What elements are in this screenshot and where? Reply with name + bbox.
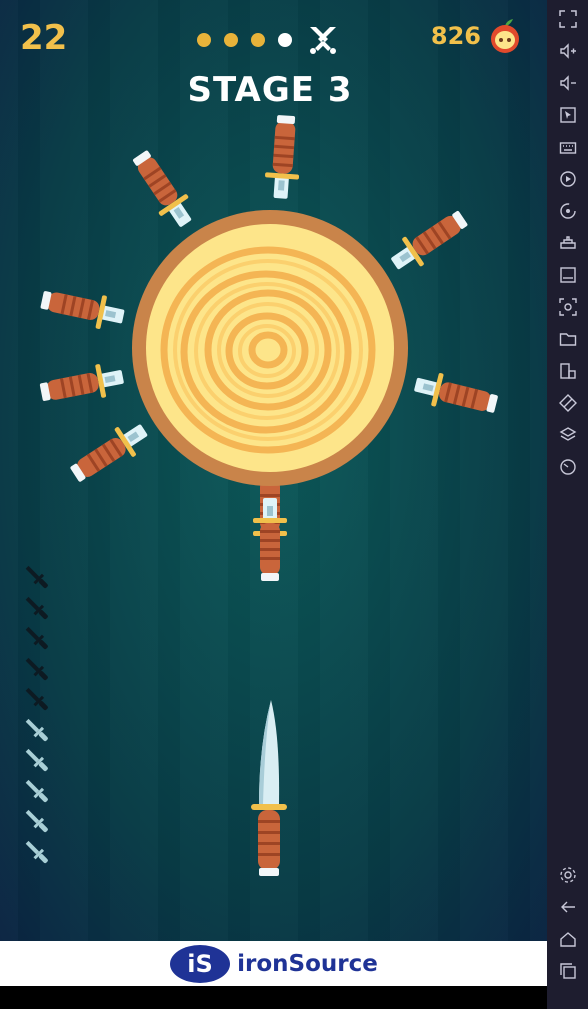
home-icon (560, 932, 576, 947)
rotate-icon (560, 203, 576, 219)
keyboard-icon (559, 142, 577, 154)
speed-button[interactable] (554, 453, 582, 481)
knife-used-icon (25, 657, 48, 680)
knife-used-icon (25, 626, 48, 650)
settings-button[interactable] (554, 861, 582, 889)
knife-used-icon (25, 565, 48, 589)
speed-icon (560, 459, 576, 475)
settings-icon (560, 867, 576, 883)
layers-icon (559, 427, 577, 441)
record-icon (560, 171, 576, 187)
emulator-sidebar (547, 0, 588, 1009)
volume-up-icon (560, 43, 576, 59)
volume-down-icon (560, 75, 576, 91)
resize-button[interactable] (554, 357, 582, 385)
screenshot-icon (559, 298, 577, 316)
recents-button[interactable] (554, 957, 582, 985)
erase-icon (559, 394, 577, 412)
folder-button[interactable] (554, 325, 582, 353)
game-screen[interactable]: 22 826 STAGE 3 (0, 0, 547, 941)
throwing-knife[interactable] (241, 696, 297, 881)
svg-text:iS: iS (187, 950, 213, 978)
home-button[interactable] (554, 925, 582, 953)
knives-remaining-indicator (22, 562, 54, 867)
gamepad-icon (560, 236, 576, 249)
volume-up-button[interactable] (554, 37, 582, 65)
gamepad-button[interactable] (554, 229, 582, 257)
recents-icon (560, 963, 576, 979)
resize-icon (560, 363, 576, 379)
fullscreen-icon (559, 10, 577, 28)
knife-used-icon (25, 596, 48, 619)
knife-available-icon (25, 809, 48, 833)
emulator-window: 22 826 STAGE 3 iS ironSource (0, 0, 588, 1009)
back-icon (561, 901, 575, 913)
cursor-button[interactable] (554, 101, 582, 129)
fullscreen-button[interactable] (554, 5, 582, 33)
knife-available-icon (25, 748, 48, 772)
volume-down-button[interactable] (554, 69, 582, 97)
erase-button[interactable] (554, 389, 582, 417)
knife-available-icon (25, 840, 48, 863)
knife-available-icon (25, 779, 48, 802)
knife-used-icon (25, 687, 48, 711)
folder-icon (559, 333, 577, 346)
layers-button[interactable] (554, 421, 582, 449)
back-button[interactable] (554, 893, 582, 921)
rotate-button[interactable] (554, 197, 582, 225)
ad-banner[interactable]: iS ironSource (0, 941, 547, 986)
apk-icon (560, 267, 576, 283)
ironsource-logo: iS (170, 944, 231, 983)
knife-available-icon (25, 718, 48, 741)
apk-button[interactable] (554, 261, 582, 289)
keyboard-button[interactable] (554, 133, 582, 161)
ad-brand-text: ironSource (237, 950, 378, 977)
record-button[interactable] (554, 165, 582, 193)
bottom-bar (0, 986, 588, 1009)
cursor-icon (560, 107, 576, 123)
screenshot-button[interactable] (554, 293, 582, 321)
